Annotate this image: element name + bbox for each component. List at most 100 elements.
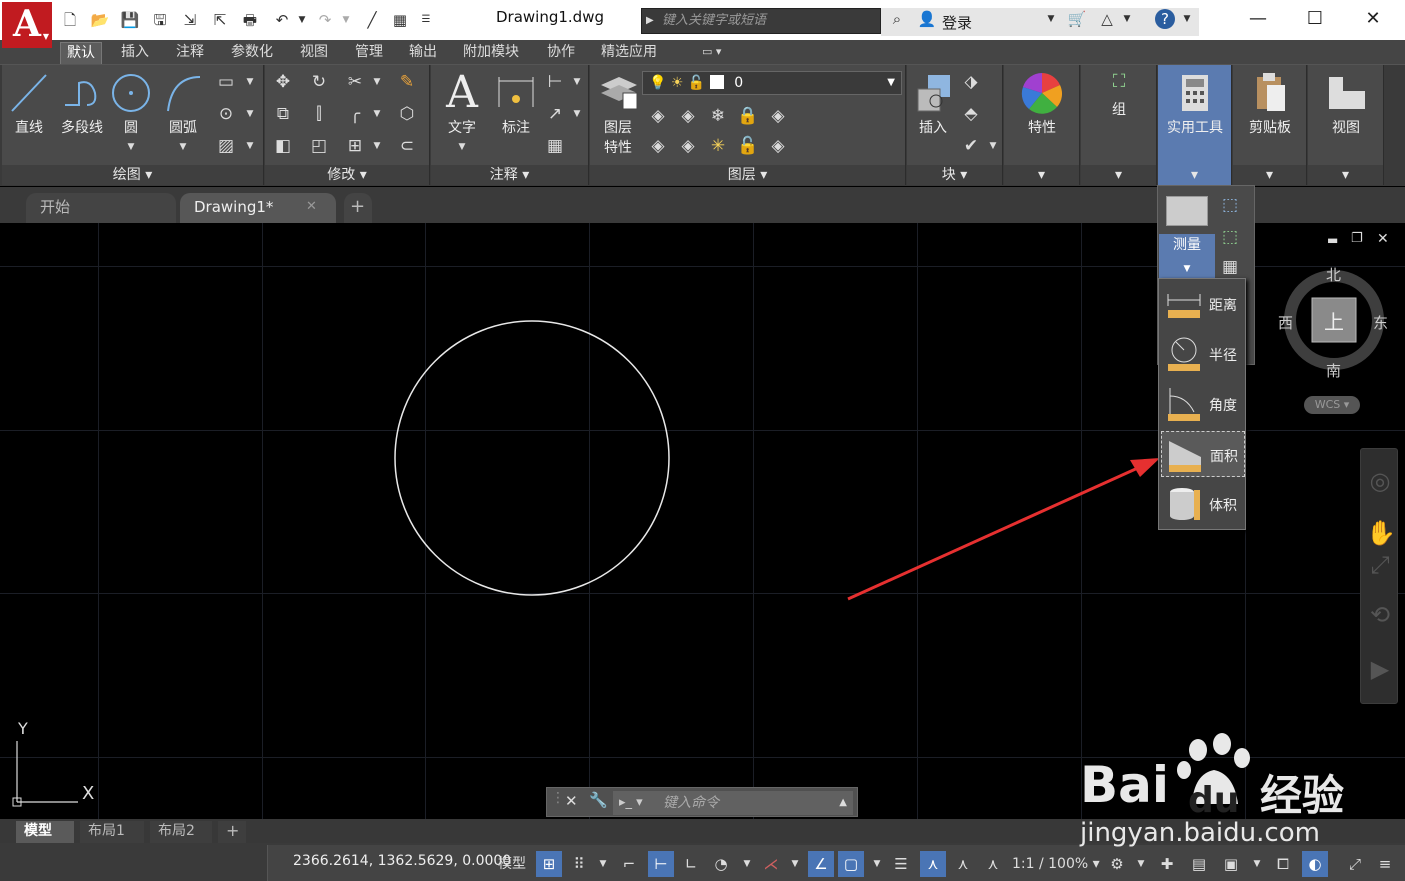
stretch-icon[interactable]: ◧ [271, 135, 295, 157]
cart-icon[interactable]: 🛒 [1067, 9, 1087, 29]
isodraft-icon[interactable]: ⋌ [758, 851, 784, 877]
insert-block-button[interactable]: 插入 [909, 71, 957, 137]
model-space-button[interactable]: 模型 [498, 851, 526, 877]
redo-dropdown-icon[interactable]: ▼ [336, 10, 356, 30]
viewcube-north[interactable]: 北 [1326, 264, 1341, 285]
viewcube-top-face[interactable]: 上 [1324, 306, 1344, 335]
tab-parametric[interactable]: 参数化 [225, 42, 279, 64]
close-button[interactable]: ✕ [1353, 6, 1393, 34]
layer-walk-icon[interactable]: ◈ [766, 135, 790, 157]
annotation-scale-value[interactable]: 1:1 / 100% ▾ [1012, 851, 1100, 877]
layer-unlock-icon[interactable]: 🔓 [736, 135, 760, 157]
new-file-icon[interactable]: 🗋 [60, 10, 80, 30]
orbit-icon[interactable]: ⟲ [1366, 601, 1394, 629]
layer-freeze-icon[interactable]: ❄ [706, 105, 730, 127]
print-icon[interactable]: 🖶 [240, 10, 260, 30]
viewcube-east[interactable]: 东 [1373, 312, 1388, 333]
match-line-icon[interactable]: ╱ [362, 10, 382, 30]
ellipse-dropdown-icon[interactable]: ▼ [238, 103, 262, 125]
arc-button[interactable]: 圆弧 ▼ [158, 71, 208, 153]
save-as-icon[interactable]: 🖫 [150, 10, 170, 30]
export-icon[interactable]: ⇱ [210, 10, 230, 30]
infer-constraints-icon[interactable]: ⌐ [616, 851, 642, 877]
array-icon[interactable]: ⊞ [343, 135, 367, 157]
polar-tracking-icon[interactable]: ◔ [708, 851, 734, 877]
units-icon[interactable]: ▤ [1186, 851, 1212, 877]
quick-select-icon[interactable]: ⬚ [1218, 194, 1242, 216]
a360-dropdown-icon[interactable]: ▼ [1117, 9, 1137, 29]
line-button[interactable]: 直线 [6, 71, 52, 137]
new-tab-button[interactable]: + [344, 193, 372, 223]
auto-scale-icon[interactable]: ⋏ [950, 851, 976, 877]
file-tab-start[interactable]: 开始 [26, 193, 176, 223]
application-menu-button[interactable]: A ▼ [2, 2, 52, 48]
dimension-button[interactable]: 标注 [493, 71, 539, 137]
trim-dropdown-icon[interactable]: ▼ [365, 71, 389, 93]
login-dropdown-icon[interactable]: ▼ [1041, 9, 1061, 29]
search-input[interactable]: ▶ 键入关键字或短语 [641, 8, 881, 34]
layout-tab-1[interactable]: 布局1 [80, 821, 144, 843]
fullscreen-icon[interactable]: ⤢ [1342, 851, 1368, 877]
create-block-icon[interactable]: ⬗ [959, 71, 983, 93]
block-attribute-dropdown-icon[interactable]: ▼ [981, 135, 1005, 157]
drawn-circle[interactable] [394, 320, 670, 596]
viewport-minimize-icon[interactable]: ▬ [1327, 233, 1338, 247]
snap-dropdown-icon[interactable]: ▼ [590, 851, 616, 877]
rectangle-icon[interactable]: ▭ [214, 71, 238, 93]
move-icon[interactable]: ✥ [271, 71, 295, 93]
object-snap-icon[interactable]: ▢ [838, 851, 864, 877]
annotation-visibility-icon[interactable]: ⋏ [920, 851, 946, 877]
isolate-objects-icon[interactable]: ⧠ [1270, 851, 1296, 877]
grid-display-icon[interactable]: ⊞ [536, 851, 562, 877]
add-layout-button[interactable]: + [218, 821, 246, 843]
layer-properties-button[interactable]: 图层 特性 [594, 71, 642, 157]
group-panel-expander[interactable]: ▾ [1081, 165, 1156, 185]
draw-panel-title[interactable]: 绘图 ▾ [2, 165, 263, 185]
clipboard-panel-expander[interactable]: ▾ [1233, 165, 1306, 185]
annotation-monitor-icon[interactable]: ✚ [1154, 851, 1180, 877]
tab-manage[interactable]: 管理 [349, 42, 389, 64]
copy-icon[interactable]: ⧉ [271, 103, 295, 125]
layer-match-icon[interactable]: ◈ [646, 135, 670, 157]
ellipse-icon[interactable]: ⊙ [214, 103, 238, 125]
measure-area-item[interactable]: 面积 [1161, 431, 1245, 477]
view-panel-expander[interactable]: ▾ [1308, 165, 1383, 185]
a360-icon[interactable]: △ [1097, 9, 1117, 29]
tab-featured-apps[interactable]: 精选应用 [595, 42, 663, 64]
rotate-icon[interactable]: ↻ [307, 71, 331, 93]
object-snap-tracking-icon[interactable]: ∠ [808, 851, 834, 877]
save-icon[interactable]: 💾 [120, 10, 140, 30]
tab-view[interactable]: 视图 [294, 42, 334, 64]
coordinates-readout[interactable]: 2366.2614, 1362.5629, 0.0000 [293, 853, 511, 869]
mirror-icon[interactable]: ⫿ [307, 103, 331, 125]
minimize-button[interactable]: — [1238, 6, 1278, 34]
viewport-close-icon[interactable]: ✕ [1377, 231, 1389, 247]
import-icon[interactable]: ⇲ [180, 10, 200, 30]
measure-distance-mini-icon[interactable] [1166, 196, 1208, 226]
rectangle-dropdown-icon[interactable]: ▼ [238, 71, 262, 93]
erase-icon[interactable]: ✎ [395, 71, 419, 93]
open-folder-icon[interactable]: 📂 [90, 10, 110, 30]
linear-dim-icon[interactable]: ⊢ [543, 71, 567, 93]
measure-split-button[interactable]: 测量 ▼ [1159, 234, 1215, 278]
scale-icon[interactable]: ◰ [307, 135, 331, 157]
tab-output[interactable]: 输出 [403, 42, 443, 64]
showmotion-icon[interactable]: ▶ [1366, 655, 1394, 683]
layer-dropdown[interactable]: 💡 ☀ 🔓 0 ▼ [642, 71, 902, 95]
undo-dropdown-icon[interactable]: ▼ [292, 10, 312, 30]
viewcube-west[interactable]: 西 [1278, 312, 1293, 333]
properties-panel-expander[interactable]: ▾ [1004, 165, 1079, 185]
trim-icon[interactable]: ✂ [343, 71, 367, 93]
steering-wheel-icon[interactable]: ◎ [1366, 467, 1394, 495]
measure-volume-item[interactable]: 体积 [1161, 481, 1245, 527]
help-icon[interactable]: ? [1155, 9, 1175, 29]
graphics-performance-icon[interactable]: ◐ [1302, 851, 1328, 877]
user-icon[interactable]: 👤 [917, 9, 937, 29]
measure-angle-item[interactable]: 角度 [1161, 381, 1245, 427]
isodraft-dropdown-icon[interactable]: ▼ [782, 851, 808, 877]
layer-lock-icon[interactable]: 🔒 [736, 105, 760, 127]
hatch-icon[interactable]: ▨ [214, 135, 238, 157]
quickcalc-icon[interactable]: ▦ [1218, 256, 1242, 278]
annotation-panel-title[interactable]: 注释 ▾ [431, 165, 588, 185]
viewcube-south[interactable]: 南 [1326, 360, 1341, 381]
